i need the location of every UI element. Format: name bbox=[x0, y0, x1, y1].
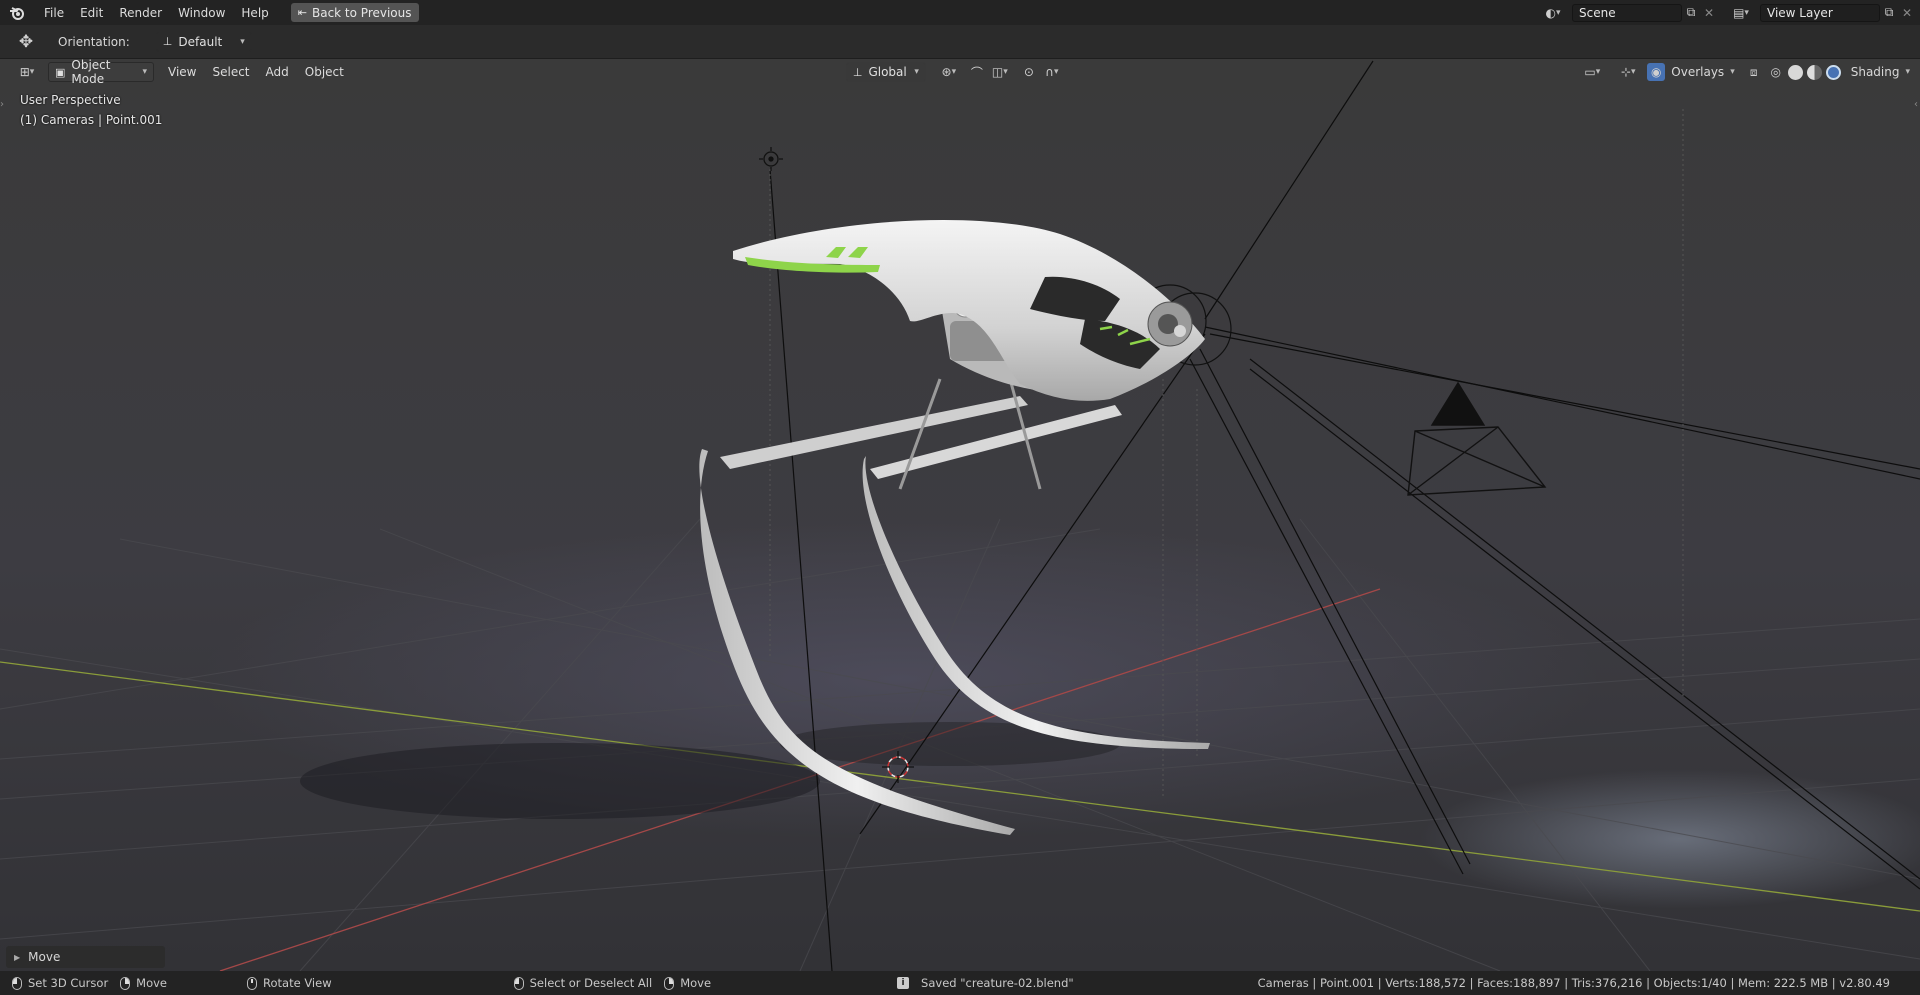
editor-type-icon[interactable]: ⊞ ▾ bbox=[12, 63, 42, 81]
back-to-previous-button[interactable]: ⇤ Back to Previous bbox=[290, 3, 419, 22]
view-layer-name-field[interactable]: View Layer bbox=[1760, 3, 1880, 22]
xray-toggle-icon[interactable]: ⧈ bbox=[1745, 63, 1763, 81]
pivot-point-icon[interactable]: ⊛ ▾ bbox=[934, 63, 964, 81]
chevron-down-icon: ▾ bbox=[240, 36, 245, 47]
orientation-dropdown[interactable]: ⊥ Default ▾ bbox=[155, 31, 252, 52]
menu-window[interactable]: Window bbox=[170, 2, 233, 24]
object-mode-label: Object Mode bbox=[71, 59, 111, 86]
global-axis-icon: ⊥ bbox=[852, 65, 863, 79]
overlays-label[interactable]: Overlays bbox=[1671, 65, 1724, 79]
orientation-axis-icon: ⊥ bbox=[162, 35, 173, 48]
menu-render[interactable]: Render bbox=[111, 2, 170, 24]
info-icon: i bbox=[897, 977, 910, 989]
left-region-arrow-icon[interactable]: › bbox=[0, 99, 4, 110]
status-move-2-label: Move bbox=[680, 976, 712, 990]
status-select-all-label: Select or Deselect All bbox=[529, 976, 653, 990]
new-scene-icon[interactable]: ⧉ bbox=[1682, 4, 1700, 22]
shading-label[interactable]: Shading bbox=[1851, 65, 1900, 79]
chevron-down-icon: ▾ bbox=[142, 67, 147, 77]
status-bar: Set 3D Cursor Move Rotate View Select or… bbox=[0, 971, 1920, 995]
menu-view[interactable]: View bbox=[160, 61, 204, 83]
status-saved: i Saved "creature-02.blend" bbox=[897, 976, 1074, 990]
view-layer-selector-icon[interactable]: ▤ ▾ bbox=[1726, 4, 1756, 22]
status-set-cursor-label: Set 3D Cursor bbox=[28, 976, 109, 990]
drag-mouse-icon bbox=[120, 976, 131, 990]
status-rotate-view-label: Rotate View bbox=[263, 976, 332, 990]
gizmo-icon[interactable]: ⊹ ▾ bbox=[1613, 63, 1643, 81]
falloff-icon[interactable]: ∩ ▾ bbox=[1038, 63, 1066, 81]
left-mouse-icon bbox=[12, 976, 22, 990]
chevron-down-icon: ▾ bbox=[914, 67, 919, 77]
proportional-editing-icon[interactable]: ⊙ bbox=[1020, 63, 1038, 81]
transform-orientation-dropdown[interactable]: ⊥ Global ▾ bbox=[845, 62, 926, 82]
left-mouse-icon bbox=[513, 976, 524, 990]
rendered-shading-icon[interactable] bbox=[1825, 64, 1841, 80]
menu-add[interactable]: Add bbox=[258, 61, 297, 83]
status-rotate-view: Rotate View bbox=[247, 976, 332, 990]
last-operator-panel[interactable]: ▶ Move bbox=[6, 946, 165, 968]
back-to-previous-label: Back to Previous bbox=[311, 5, 412, 20]
collapse-arrow-icon: ▶ bbox=[14, 952, 21, 962]
status-move-1: Move bbox=[120, 976, 167, 990]
status-move-2: Move bbox=[664, 976, 711, 990]
transform-orientation-label: Global bbox=[868, 65, 907, 79]
snap-toggle-icon[interactable]: ⌒ bbox=[968, 63, 986, 81]
material-shading-icon[interactable] bbox=[1806, 64, 1822, 80]
overlays-chevron-icon[interactable]: ▾ bbox=[1730, 67, 1735, 77]
drag-mouse-icon bbox=[664, 976, 675, 990]
3d-viewport[interactable]: ⊞ ▾ ▣ Object Mode ▾ View Select Add Objec… bbox=[0, 59, 1920, 971]
view-layer-name: View Layer bbox=[1767, 5, 1833, 20]
new-view-layer-icon[interactable]: ⧉ bbox=[1880, 4, 1898, 22]
blender-logo-icon[interactable] bbox=[6, 4, 28, 22]
scene-selector-icon[interactable]: ◐ ▾ bbox=[1538, 4, 1568, 22]
back-icon: ⇤ bbox=[297, 6, 307, 19]
saved-message: Saved "creature-02.blend" bbox=[921, 976, 1074, 990]
last-operator-label: Move bbox=[28, 950, 61, 964]
orientation-label: Orientation: bbox=[58, 34, 130, 49]
status-set-cursor: Set 3D Cursor bbox=[12, 976, 108, 990]
menu-select[interactable]: Select bbox=[204, 61, 257, 83]
viewport-header: ⊞ ▾ ▣ Object Mode ▾ View Select Add Objec… bbox=[0, 59, 1920, 86]
shading-chevron-icon[interactable]: ▾ bbox=[1905, 67, 1910, 77]
object-visibility-icon[interactable]: ▭ ▾ bbox=[1577, 63, 1607, 81]
status-select-all: Select or Deselect All bbox=[513, 976, 653, 990]
scene-name: Scene bbox=[1579, 5, 1616, 20]
overlays-toggle-icon[interactable]: ◉ bbox=[1647, 63, 1666, 81]
right-region-arrow-icon[interactable]: ‹ bbox=[1914, 99, 1918, 110]
delete-scene-icon[interactable]: ✕ bbox=[1700, 4, 1718, 22]
middle-mouse-icon bbox=[247, 976, 258, 990]
object-mode-dropdown[interactable]: ▣ Object Mode ▾ bbox=[48, 59, 154, 86]
menu-object[interactable]: Object bbox=[297, 61, 352, 83]
orientation-value: Default bbox=[178, 34, 223, 49]
snap-element-icon[interactable]: ◫ ▾ bbox=[986, 63, 1014, 81]
object-mode-icon: ▣ bbox=[55, 65, 66, 79]
delete-view-layer-icon[interactable]: ✕ bbox=[1898, 4, 1916, 22]
wireframe-shading-icon[interactable]: ◎ bbox=[1767, 63, 1785, 81]
menu-edit[interactable]: Edit bbox=[72, 2, 111, 24]
solid-shading-icon[interactable] bbox=[1787, 64, 1803, 80]
collection-label: (1) Cameras | Point.001 bbox=[20, 113, 163, 127]
menu-file[interactable]: File bbox=[36, 2, 72, 24]
scene-statistics: Cameras | Point.001 | Verts:188,572 | Fa… bbox=[1257, 976, 1890, 990]
tool-settings-bar: ✥ Orientation: ⊥ Default ▾ bbox=[0, 25, 1920, 59]
menu-help[interactable]: Help bbox=[233, 2, 276, 24]
perspective-label: User Perspective bbox=[20, 93, 121, 107]
move-tool-icon[interactable]: ✥ bbox=[14, 32, 38, 52]
scene-name-field[interactable]: Scene bbox=[1572, 3, 1682, 22]
status-move-1-label: Move bbox=[136, 976, 168, 990]
top-bar: File Edit Render Window Help ⇤ Back to P… bbox=[0, 0, 1920, 25]
